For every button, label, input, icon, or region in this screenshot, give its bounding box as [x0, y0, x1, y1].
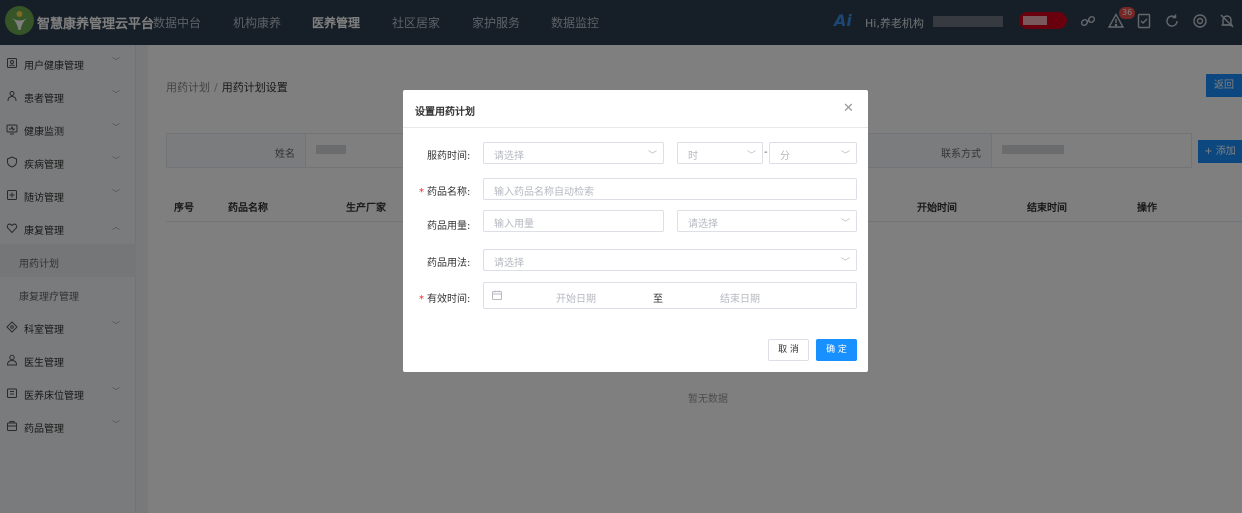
drug-name-label: * 药品名称:: [419, 187, 471, 198]
chevron-down-icon: ﹀: [840, 219, 850, 229]
select-placeholder: 时: [688, 151, 698, 162]
chevron-down-icon: ﹀: [647, 151, 657, 161]
chevron-down-icon: ﹀: [840, 151, 850, 161]
drug-name-input[interactable]: 输入药品名称自动检索: [483, 178, 857, 200]
time-date-select[interactable]: 请选择 ﹀: [483, 142, 664, 164]
valid-period-label: * 有效时间:: [419, 294, 471, 305]
usage-select[interactable]: 请选择 ﹀: [483, 249, 857, 271]
time-separator: -: [764, 147, 768, 158]
minute-select[interactable]: 分 ﹀: [769, 142, 857, 164]
date-range-picker[interactable]: 开始日期 至 结束日期: [483, 282, 857, 309]
medication-plan-dialog: 设置用药计划 ✕ 服药时间: 请选择 ﹀ 时 ﹀ - 分 ﹀ * 药品名称: 输入…: [403, 90, 868, 372]
chevron-down-icon: ﹀: [746, 151, 756, 161]
usage-label: 药品用法:: [427, 258, 471, 269]
dialog-title: 设置用药计划: [415, 107, 475, 118]
range-separator: 至: [653, 294, 663, 305]
select-placeholder: 请选择: [494, 258, 524, 269]
cancel-button[interactable]: 取 消: [768, 339, 809, 361]
dosage-label: 药品用量:: [427, 221, 471, 232]
dosage-unit-select[interactable]: 请选择 ﹀: [677, 210, 857, 232]
input-placeholder: 输入用量: [494, 219, 534, 230]
hour-select[interactable]: 时 ﹀: [677, 142, 763, 164]
calendar-icon: [492, 289, 502, 303]
dosage-input[interactable]: 输入用量: [483, 210, 664, 232]
confirm-button[interactable]: 确 定: [816, 339, 857, 361]
select-placeholder: 分: [780, 151, 790, 162]
time-label: 服药时间:: [427, 151, 471, 162]
start-date-placeholder[interactable]: 开始日期: [556, 290, 596, 305]
end-date-placeholder[interactable]: 结束日期: [720, 290, 760, 305]
close-icon[interactable]: ✕: [843, 102, 854, 115]
input-placeholder: 输入药品名称自动检索: [494, 187, 594, 198]
select-placeholder: 请选择: [688, 219, 718, 230]
select-placeholder: 请选择: [494, 151, 524, 162]
chevron-down-icon: ﹀: [840, 258, 850, 268]
dialog-divider: [403, 127, 868, 128]
